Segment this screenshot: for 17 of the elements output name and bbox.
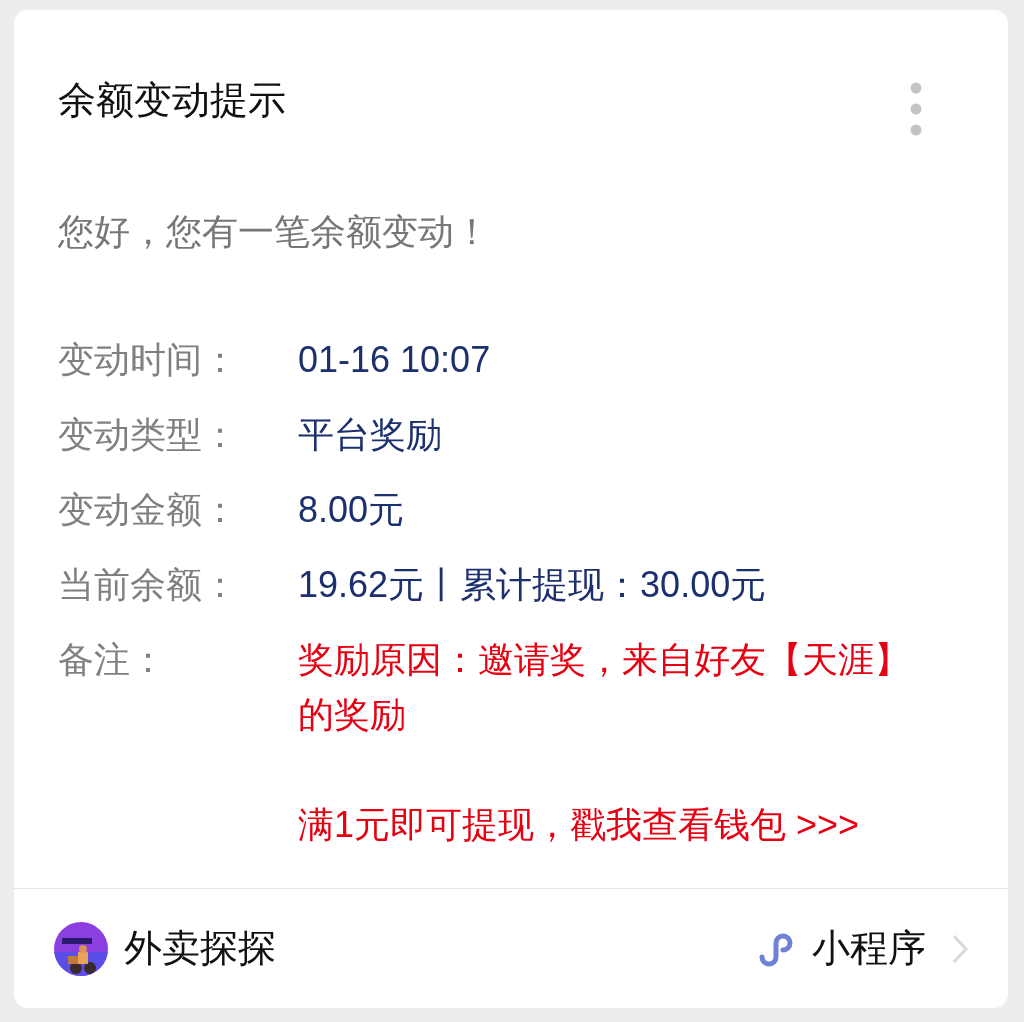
field-label: 当前余额： [58,563,239,607]
field-value: 01-16 10:07 [298,338,492,382]
field-value: 平台奖励 [298,413,443,457]
field-label: 变动类型： [58,413,239,457]
mini-program-label[interactable]: 小程序 [812,920,926,977]
card-title: 余额变动提示 [58,78,286,123]
field-label: 备注： [58,638,167,682]
more-icon[interactable] [910,82,922,136]
app-name[interactable]: 外卖探探 [124,920,276,977]
greeting-text: 您好，您有一笔余额变动！ [57,210,491,254]
chevron-right-icon[interactable] [952,933,968,964]
field-value: 8.00元 [298,488,406,532]
field-label: 变动时间： [58,338,239,382]
wallet-link[interactable]: 满1元即可提现，戳我查看钱包 >>> [298,804,860,845]
field-value: 19.62元丨累计提现：30.00元 [298,563,768,607]
field-label: 变动金额： [58,488,239,532]
field-value: 奖励原因：邀请奖，来自好友【天涯】的奖励 [298,638,911,737]
